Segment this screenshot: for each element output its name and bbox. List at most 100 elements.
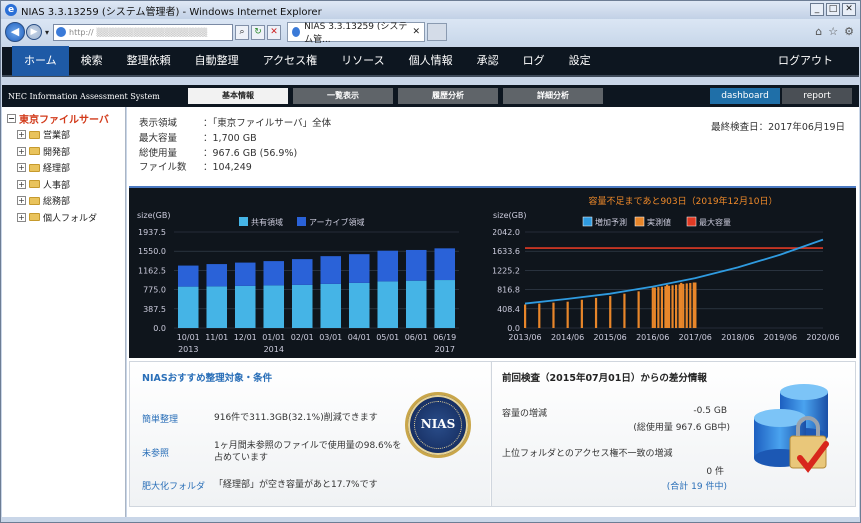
y-tick-label: 2042.0 bbox=[493, 228, 520, 237]
tree-label: 営業部 bbox=[43, 131, 71, 142]
tab-dashboard[interactable]: dashboard bbox=[710, 88, 780, 104]
logout-button[interactable]: ログアウト bbox=[766, 46, 845, 76]
unreferenced-link[interactable]: 未参照 bbox=[142, 440, 214, 464]
tree-item[interactable]: + 人事部 bbox=[7, 176, 125, 193]
files-label: ファイル数 bbox=[139, 162, 187, 174]
capacity-change-total: (総使用量 967.6 GB中) bbox=[633, 423, 730, 433]
menu-item[interactable]: ログ bbox=[511, 46, 557, 76]
tree-label: 開発部 bbox=[43, 147, 71, 158]
tree-item[interactable]: + 経理部 bbox=[7, 160, 125, 177]
expand-icon[interactable]: + bbox=[17, 146, 26, 156]
access-change-total[interactable]: (合計 19 件中) bbox=[632, 479, 727, 492]
home-icon[interactable]: ⌂ bbox=[815, 25, 822, 38]
expand-icon[interactable]: − bbox=[7, 113, 16, 123]
tab-label: NIAS 3.3.13259 (システム管... bbox=[304, 22, 408, 45]
folder-icon bbox=[29, 196, 40, 205]
dashboard-main: 表示領域 ：「東京ファイルサーバ」全体 最大容量 ：1,700 GB 総使用量 ：96… bbox=[127, 107, 859, 517]
history-dropdown-icon[interactable]: ▾ bbox=[45, 28, 49, 37]
menu-item[interactable]: リソース bbox=[329, 46, 396, 76]
x-tick-label: 03/01 bbox=[319, 333, 342, 342]
forecast-line-chart: 容量不足まであと903日（2019年12月10日） size(GB) 0.0 408.… bbox=[493, 195, 840, 342]
sub-tabs: 基本情報 一覧表示 履歴分析 詳細分析 bbox=[188, 88, 608, 104]
sub-tab[interactable]: 一覧表示 bbox=[293, 88, 393, 104]
actual-bar bbox=[685, 283, 688, 328]
legend-label: 増加予測 bbox=[595, 217, 627, 227]
seal-text: NIAS bbox=[420, 417, 456, 431]
menu-item[interactable]: 検索 bbox=[69, 46, 115, 76]
tree-root[interactable]: − 東京ファイルサーバ bbox=[7, 110, 125, 127]
y-tick-label: 816.8 bbox=[497, 286, 520, 295]
bar-shared bbox=[234, 285, 256, 328]
capacity-label: 最大容量 bbox=[139, 132, 178, 144]
bloated-folder-link[interactable]: 肥大化フォルダ bbox=[142, 479, 214, 492]
folder-icon bbox=[29, 163, 40, 172]
refresh-icon[interactable]: ↻ bbox=[251, 24, 266, 40]
tab-report[interactable]: report bbox=[782, 88, 852, 104]
sub-tab[interactable]: 詳細分析 bbox=[503, 88, 603, 104]
bar-archive bbox=[405, 249, 427, 281]
bar-archive bbox=[377, 250, 399, 282]
year-label: 2017 bbox=[435, 345, 455, 354]
tree-item[interactable]: + 開発部 bbox=[7, 143, 125, 160]
summary-info: 表示領域 ：「東京ファイルサーバ」全体 最大容量 ：1,700 GB 総使用量 ：96… bbox=[139, 117, 331, 176]
tree-item[interactable]: + 総務部 bbox=[7, 193, 125, 210]
favorites-icon[interactable]: ☆ bbox=[828, 25, 838, 38]
legend-label: アーカイブ領域 bbox=[309, 217, 365, 227]
expand-icon[interactable]: + bbox=[17, 179, 26, 189]
x-tick-label: 06/01 bbox=[405, 333, 428, 342]
expand-icon[interactable]: + bbox=[17, 212, 26, 222]
suggestion-item: 肥大化フォルダ 「経理部」が空き容量があと17.7%です bbox=[142, 479, 378, 492]
unreferenced-text: 1ヶ月間未参照のファイルで使用量の98.6%を占めています bbox=[214, 441, 402, 463]
close-icon[interactable]: ✕ bbox=[842, 3, 856, 16]
actual-bar bbox=[667, 285, 671, 328]
page-icon bbox=[56, 27, 67, 37]
stop-icon[interactable]: ✕ bbox=[267, 24, 282, 40]
new-tab-button[interactable] bbox=[427, 23, 448, 41]
x-tick-label: 10/01 bbox=[177, 333, 200, 342]
y-tick-label: 387.5 bbox=[143, 305, 166, 314]
menu-item[interactable]: 自動整理 bbox=[183, 46, 251, 76]
maximize-icon[interactable]: □ bbox=[826, 3, 840, 16]
sub-tab[interactable]: 履歴分析 bbox=[398, 88, 498, 104]
menu-item[interactable]: 個人情報 bbox=[397, 46, 465, 76]
browser-window: e NIAS 3.3.13259 (システム管理者) - Windows Int… bbox=[0, 0, 861, 523]
x-tick-label: 2013/06 bbox=[508, 333, 541, 342]
menu-item[interactable]: 整理依頼 bbox=[115, 46, 183, 76]
tree-item[interactable]: + 個人フォルダ bbox=[7, 209, 125, 226]
suggestion-title: NIASおすすめ整理対象・条件 bbox=[142, 373, 273, 384]
access-change-value: 0 件 bbox=[706, 467, 724, 477]
actual-bar bbox=[651, 287, 654, 328]
menu-item[interactable]: アクセス権 bbox=[251, 46, 329, 76]
legend-label: 最大容量 bbox=[699, 217, 731, 227]
menu-item[interactable]: 承認 bbox=[465, 46, 511, 76]
bar-archive bbox=[348, 254, 370, 283]
address-bar[interactable]: http:// ▒▒▒▒▒▒▒▒▒▒▒▒▒▒▒▒▒▒ bbox=[53, 23, 234, 41]
x-tick-label: 2017/06 bbox=[679, 333, 712, 342]
expand-icon[interactable]: + bbox=[17, 196, 26, 206]
x-tick-label: 2019/06 bbox=[764, 333, 797, 342]
y-tick-label: 1162.5 bbox=[138, 266, 166, 275]
year-label: 2013 bbox=[178, 345, 198, 354]
expand-icon[interactable]: + bbox=[17, 163, 26, 173]
url-text: http:// bbox=[69, 27, 94, 37]
simple-cleanup-link[interactable]: 簡単整理 bbox=[142, 412, 214, 425]
forward-icon[interactable]: ▶ bbox=[26, 24, 42, 40]
expand-icon[interactable]: + bbox=[17, 130, 26, 140]
settings-gear-icon[interactable]: ⚙ bbox=[844, 25, 854, 38]
back-icon[interactable]: ◀ bbox=[5, 22, 25, 42]
search-dropdown-icon[interactable]: ⌕ bbox=[235, 24, 250, 40]
menu-item[interactable]: ホーム bbox=[12, 46, 69, 76]
capacity-value: ：1,700 GB bbox=[203, 132, 257, 144]
tab-close-icon[interactable]: ✕ bbox=[412, 27, 420, 37]
menu-item[interactable]: 設定 bbox=[557, 46, 603, 76]
browser-tab[interactable]: NIAS 3.3.13259 (システム管... ✕ bbox=[287, 22, 426, 45]
tree-label: 個人フォルダ bbox=[43, 213, 98, 224]
bar-archive bbox=[263, 261, 285, 286]
minimize-icon[interactable]: _ bbox=[810, 3, 824, 16]
used-value: ：967.6 GB (56.9%) bbox=[203, 147, 298, 159]
main-menu: ホーム 検索 整理依頼 自動整理 アクセス権 リソース 個人情報 承認 ログ 設定 ログアウト bbox=[2, 46, 859, 77]
bar-shared bbox=[377, 281, 399, 328]
tree-item[interactable]: + 営業部 bbox=[7, 127, 125, 144]
suggestion-panel: NIASおすすめ整理対象・条件 簡単整理 916件で311.3GB(32.1%)… bbox=[130, 362, 490, 506]
sub-tab[interactable]: 基本情報 bbox=[188, 88, 288, 104]
